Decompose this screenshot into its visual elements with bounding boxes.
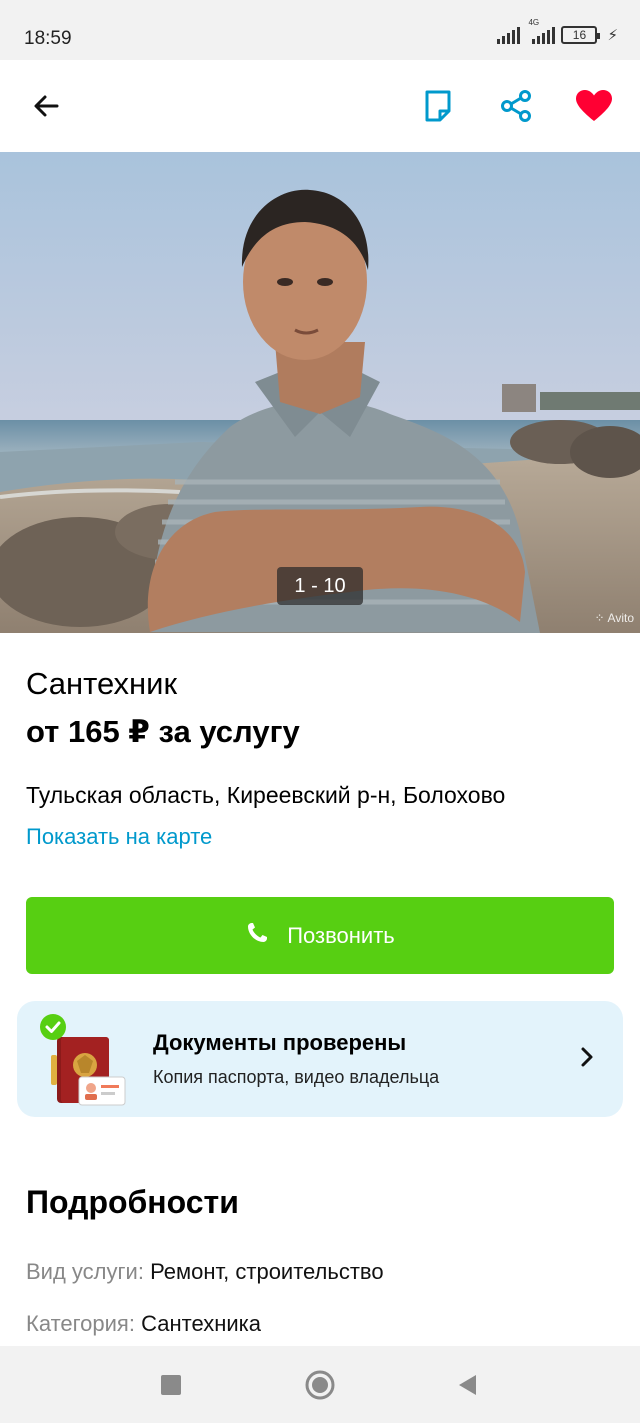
docs-card-title: Документы проверены <box>153 1030 407 1055</box>
detail-row-service-type: Вид услуги: Ремонт, строительство <box>26 1259 384 1285</box>
avito-watermark: ⁘ Avito <box>594 611 634 625</box>
heart-icon[interactable] <box>570 82 618 130</box>
check-badge-icon <box>40 1014 66 1040</box>
listing-address: Тульская область, Киреевский р-н, Болохо… <box>26 782 506 808</box>
status-time: 18:59 <box>24 28 72 49</box>
toolbar <box>0 60 640 152</box>
phone-icon <box>245 921 269 951</box>
detail-row-category: Категория: Сантехника <box>26 1311 261 1337</box>
documents-verified-card[interactable]: Документы проверены Копия паспорта, виде… <box>17 1001 623 1117</box>
network-label: 4G <box>528 18 540 27</box>
home-icon[interactable] <box>305 1370 335 1400</box>
detail-key: Вид услуги: <box>26 1259 144 1284</box>
note-icon[interactable] <box>414 82 462 130</box>
chevron-right-icon <box>581 1047 593 1067</box>
detail-key: Категория: <box>26 1311 135 1336</box>
detail-value: Сантехника <box>141 1311 261 1336</box>
battery-icon: 16 <box>561 26 601 44</box>
signal-icon <box>497 26 521 44</box>
charging-icon: ⚡ <box>607 27 618 44</box>
share-icon[interactable] <box>492 82 540 130</box>
show-on-map-link[interactable]: Показать на карте <box>26 824 212 850</box>
watermark-label: Avito <box>607 611 634 625</box>
status-bar: 18:59 4G 16 ⚡ <box>0 0 640 60</box>
call-button-label: Позвонить <box>287 922 395 948</box>
listing-photo[interactable]: 1 - 10 ⁘ Avito <box>0 152 640 633</box>
detail-value: Ремонт, строительство <box>150 1259 384 1284</box>
call-button[interactable]: Позвонить <box>26 897 614 974</box>
listing-price: от 165 ₽ за услугу <box>26 714 300 749</box>
photo-counter: 1 - 10 <box>277 567 363 605</box>
battery-level: 16 <box>572 28 587 42</box>
recent-apps-icon[interactable] <box>156 1370 186 1400</box>
details-heading: Подробности <box>26 1184 239 1220</box>
docs-card-subtitle: Копия паспорта, видео владельца <box>153 1067 440 1087</box>
system-nav-bar <box>0 1346 640 1423</box>
watermark-dots-icon: ⁘ <box>594 611 605 625</box>
status-icons: 4G 16 ⚡ <box>497 18 618 44</box>
signal-4g-icon: 4G <box>526 18 556 44</box>
listing-title: Сантехник <box>26 666 178 701</box>
back-icon[interactable] <box>452 1370 482 1400</box>
back-arrow-icon[interactable] <box>22 82 70 130</box>
